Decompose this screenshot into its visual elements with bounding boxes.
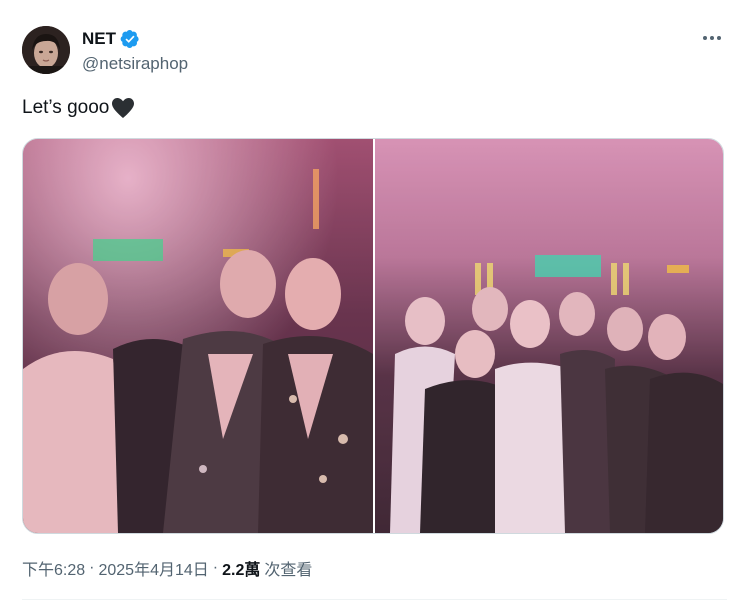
tweet-meta: 下午6:28 · 2025年4月14日 · 2.2萬 次查看 [22,556,312,580]
meta-separator: · [212,559,219,576]
tweet-text-row: Let’s gooo [22,96,136,120]
group-photo-2[interactable] [375,139,723,533]
tweet-media-grid [22,138,724,534]
views-count: 2.2萬 [222,562,261,579]
verified-badge-icon [120,29,140,49]
tweet-time[interactable]: 下午6:28 [22,556,85,580]
author-avatar[interactable] [22,26,70,74]
tweet-text: Let’s gooo [22,97,110,118]
author-handle[interactable]: @netsiraphop [82,54,188,74]
meta-separator: · [89,559,95,576]
more-dots-icon[interactable] [700,28,724,48]
author-display-name[interactable]: NET [82,29,116,49]
group-photo-1[interactable] [23,139,373,533]
divider [22,599,727,600]
tweet-date[interactable]: 2025年4月14日 [98,556,208,580]
black-heart-icon [110,96,136,120]
author-name-row: NET [82,29,140,49]
views-label: 次查看 [264,562,313,579]
